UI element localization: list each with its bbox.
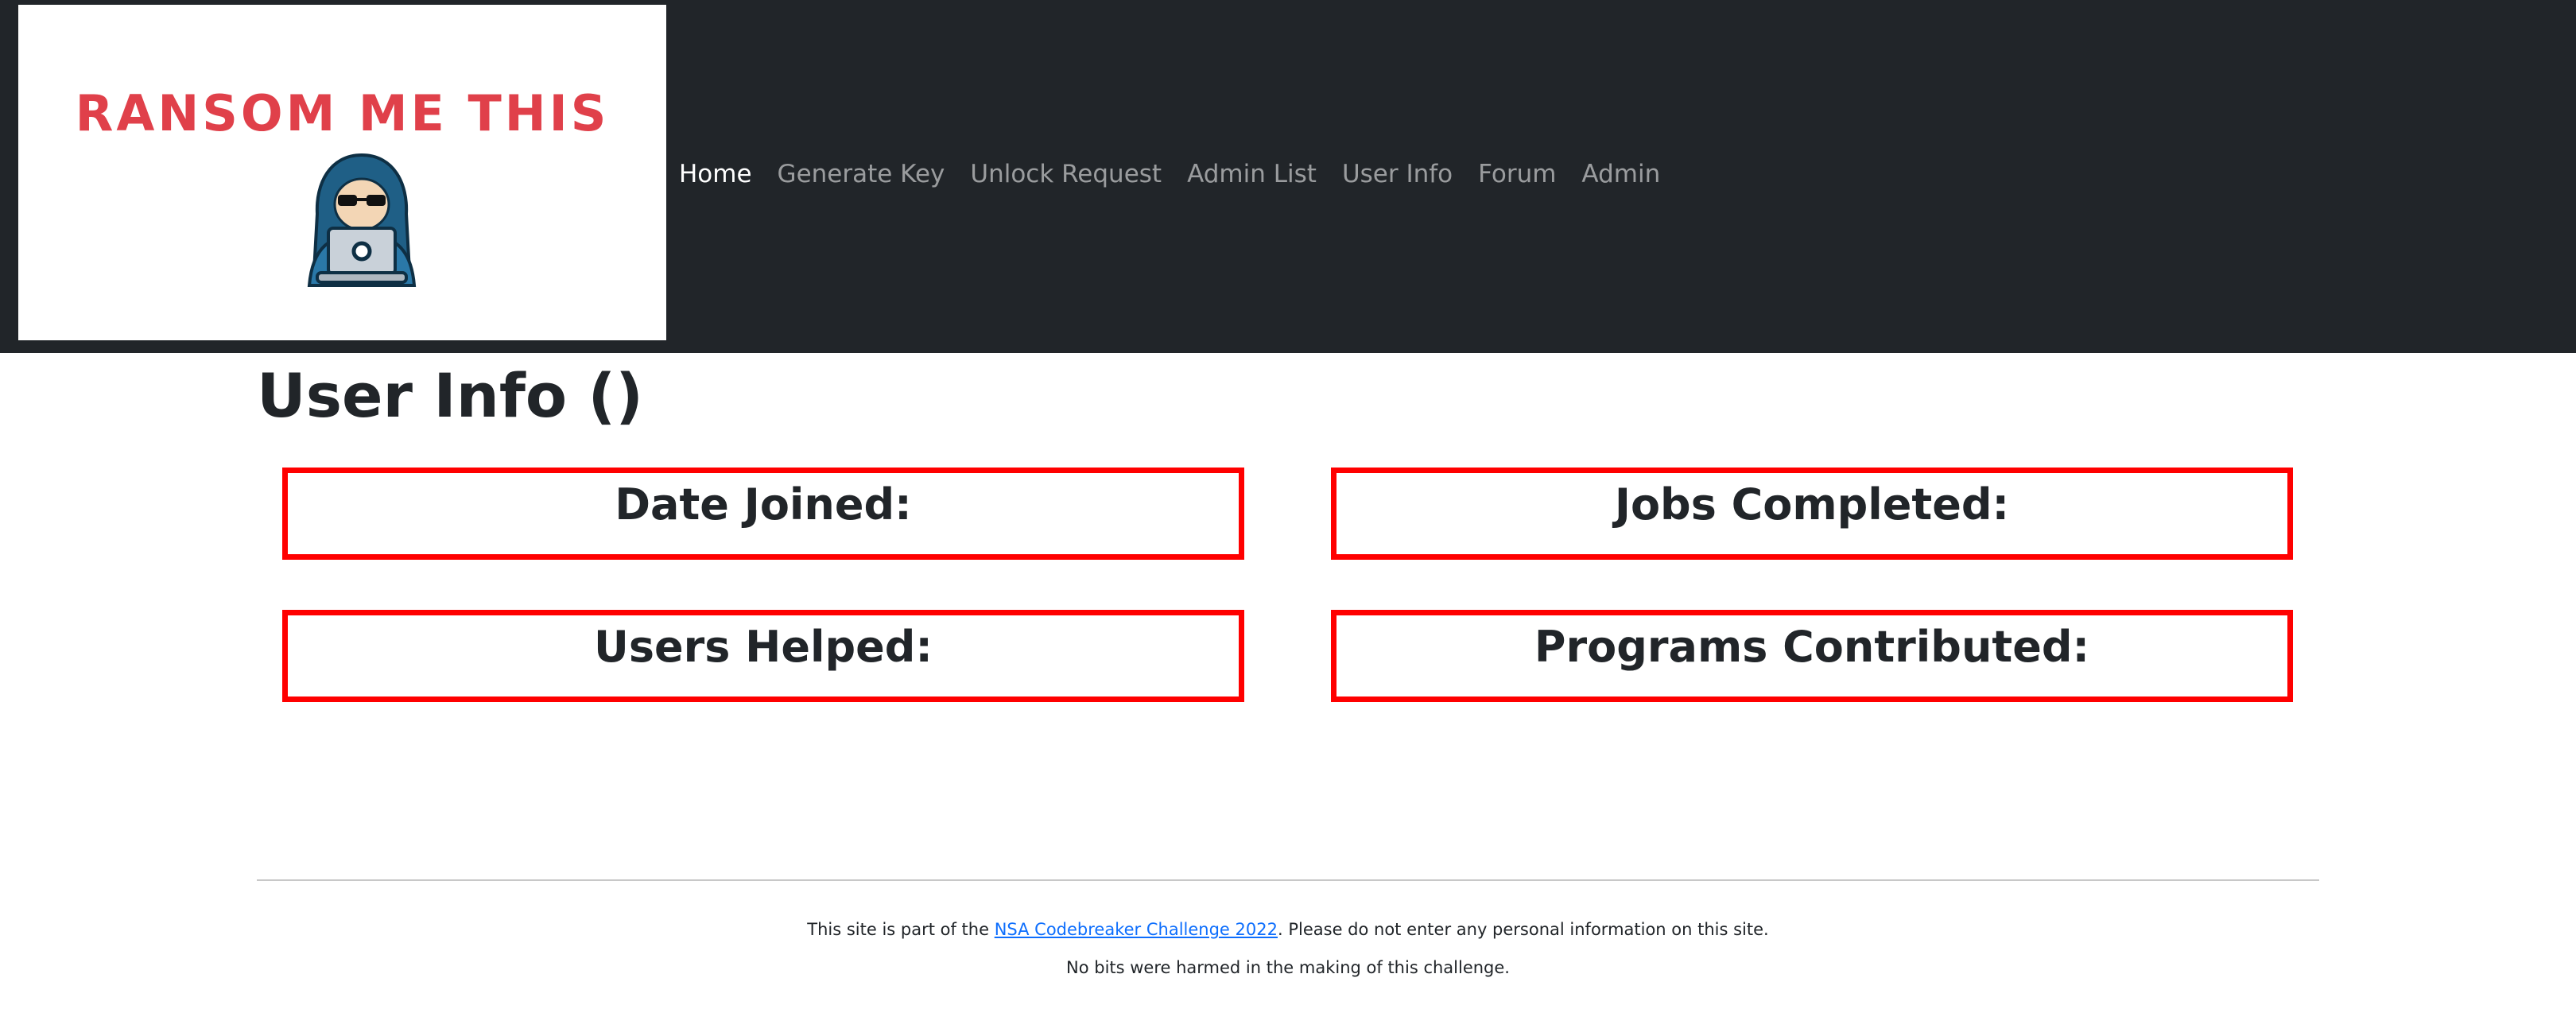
hooded-hacker-laptop-icon <box>307 153 417 287</box>
footer-notice: This site is part of the NSA Codebreaker… <box>0 918 2576 941</box>
footer-divider <box>257 879 2319 881</box>
nav-item-admin-list[interactable]: Admin List <box>1174 156 1329 192</box>
nav-item-user-info[interactable]: User Info <box>1329 156 1465 192</box>
footer-tagline: No bits were harmed in the making of thi… <box>1066 958 1510 977</box>
footer-notice-prefix: This site is part of the <box>807 920 995 939</box>
nav-item-unlock-request[interactable]: Unlock Request <box>957 156 1174 192</box>
page-title: User Info () <box>257 360 644 431</box>
nav-item-generate-key[interactable]: Generate Key <box>765 156 958 192</box>
nav-item-admin[interactable]: Admin <box>1569 156 1673 192</box>
users-helped-label: Users Helped: <box>593 622 933 672</box>
programs-contributed-card: Programs Contributed: <box>1331 610 2293 702</box>
nav-item-forum[interactable]: Forum <box>1465 156 1569 192</box>
jobs-completed-label: Jobs Completed: <box>1614 479 2010 530</box>
date-joined-card: Date Joined: <box>282 468 1244 560</box>
programs-contributed-label: Programs Contributed: <box>1534 622 2090 672</box>
site-logo[interactable]: RANSOM ME THIS <box>18 5 666 340</box>
footer-notice-suffix: . Please do not enter any personal infor… <box>1277 920 1769 939</box>
date-joined-label: Date Joined: <box>615 479 912 530</box>
logo-text: RANSOM ME THIS <box>75 84 610 142</box>
nav-menu: Home Generate Key Unlock Request Admin L… <box>679 156 1673 192</box>
users-helped-card: Users Helped: <box>282 610 1244 702</box>
nav-item-home[interactable]: Home <box>679 156 765 192</box>
navbar: RANSOM ME THIS Home Generate Key Unlock … <box>0 0 2576 353</box>
codebreaker-challenge-link[interactable]: NSA Codebreaker Challenge 2022 <box>995 920 1278 939</box>
jobs-completed-card: Jobs Completed: <box>1331 468 2293 560</box>
